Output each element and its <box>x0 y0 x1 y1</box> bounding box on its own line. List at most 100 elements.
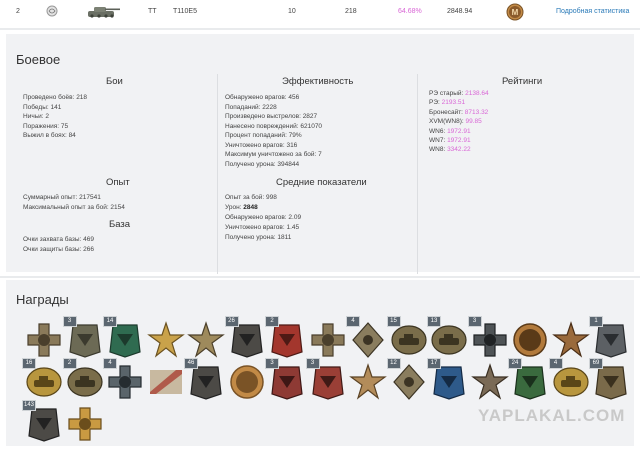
award-count-badge: 13 <box>427 316 441 327</box>
mastery-m-icon[interactable] <box>227 362 267 400</box>
green-shield-icon[interactable]: 14 <box>103 316 145 358</box>
stat-line: Очки захвата базы: 469 <box>23 236 94 243</box>
green-tank-badge-icon[interactable]: 24 <box>508 358 550 400</box>
dark-badge-icon[interactable]: 46 <box>184 358 226 400</box>
stat-line: Уничтожено врагов: 1.45 <box>225 224 300 231</box>
award-count-badge: 15 <box>386 316 401 327</box>
award-count-badge: 3 <box>467 316 482 327</box>
rating-value: 1972.91 <box>447 137 471 144</box>
stat-line: Уничтожено врагов: 316 <box>225 141 298 149</box>
awards-title: Награды <box>16 292 69 307</box>
rating-value: 99.85 <box>465 118 482 126</box>
stat-line: Обнаружено врагов: 2.09 <box>225 214 302 221</box>
award-count-badge: 4 <box>103 358 117 369</box>
stat-line: Максимум уничтожено за бой: 7 <box>225 151 322 158</box>
avg-damage-value: 2848 <box>243 204 258 211</box>
nation-icon <box>46 5 58 19</box>
ratings-heading: Рейтинги <box>502 76 543 87</box>
rating-label: РЭ: <box>429 99 440 107</box>
award-count-badge: 2 <box>62 358 77 369</box>
stat-line: Ничьи: 2 <box>23 113 49 120</box>
award-count-badge: 4 <box>346 316 360 327</box>
cross-medal-icon[interactable] <box>308 320 348 358</box>
award-count-badge: 14 <box>103 316 117 327</box>
red-badge-icon[interactable]: 3 <box>305 358 348 400</box>
column-divider <box>217 74 218 274</box>
award-count-badge: 1 <box>589 316 603 327</box>
award-count-badge: 143 <box>22 400 37 411</box>
avg-damage-line: Урон: 2848 <box>225 204 258 211</box>
diamond-star-icon[interactable] <box>348 362 388 400</box>
rating-line: РЭ старый: 2138.64 <box>429 90 489 97</box>
tank-emblem-icon[interactable]: 15 <box>386 316 429 358</box>
stat-line: Получено урона: 394844 <box>225 160 300 168</box>
stats-panel: Боевое Бои Проведено боёв: 218 Победы: 1… <box>6 34 634 274</box>
svg-text:M: M <box>512 8 519 17</box>
divider <box>0 276 640 278</box>
dark-badge-icon[interactable]: 26 <box>224 316 267 358</box>
star-portrait-medal-icon[interactable] <box>186 320 226 358</box>
stat-line: Суммарный опыт: 217541 <box>23 194 101 201</box>
vehicle-row: 2 ТТ T110E5 10 218 64.68% 2848.94 M Подр… <box>0 0 640 28</box>
dark-badge-icon[interactable]: 143 <box>22 400 64 442</box>
award-count-badge: 12 <box>386 358 401 369</box>
rating-line: WN7: 1972.91 <box>429 137 471 144</box>
tank-emblem-icon[interactable]: 2 <box>62 358 105 400</box>
portrait-medal-icon[interactable] <box>510 320 550 358</box>
ribbon-icon[interactable] <box>146 362 186 400</box>
wreath-tank-icon[interactable]: 4 <box>548 358 591 400</box>
award-count-badge: 46 <box>184 358 198 369</box>
rating-label: WN6: <box>429 127 446 135</box>
rating-line: XVM(WN8): 99.85 <box>429 118 482 125</box>
rating-label: РЭ старый: <box>429 90 464 97</box>
experience-heading: Опыт <box>106 177 130 188</box>
rating-label: WN7: <box>429 137 446 144</box>
column-efficiency: Эффективность Обнаружено врагов: 456 Поп… <box>225 34 415 272</box>
award-count-badge: 26 <box>224 316 239 327</box>
rating-value: 2193.51 <box>441 99 466 107</box>
stat-line: Попаданий: 2228 <box>225 103 277 111</box>
rating-value: 2138.64 <box>465 90 489 97</box>
cross-medal-icon[interactable] <box>24 320 64 358</box>
gold-cross-icon[interactable] <box>65 404 105 442</box>
rating-line: РЭ: 2193.51 <box>429 99 465 106</box>
award-count-badge: 3 <box>265 358 279 369</box>
stat-line: Проведено боёв: 218 <box>23 94 88 101</box>
star-medal-icon[interactable] <box>551 320 591 358</box>
detailed-stats-link[interactable]: Подробная статистика <box>556 8 629 15</box>
stat-line: Произведено выстрелов: 2827 <box>225 113 318 120</box>
diamond-badge-icon[interactable]: 12 <box>386 358 429 400</box>
award-count-badge: 3 <box>62 316 77 327</box>
red-plaque-icon[interactable]: 2 <box>265 316 307 358</box>
watermark: YAPLAKAL.COM <box>478 406 626 425</box>
averages-heading: Средние показатели <box>276 177 367 188</box>
tank-badge-icon[interactable]: 1 <box>589 316 631 358</box>
cross-wreath-icon[interactable]: 4 <box>103 358 145 400</box>
tank-icon <box>84 3 122 21</box>
stat-line: Выжил в боях: 84 <box>23 132 76 139</box>
stat-line: Очки защиты базы: 266 <box>23 246 94 253</box>
stat-line: Процент попаданий: 79% <box>225 132 302 139</box>
rating-value: 3342.22 <box>447 146 471 154</box>
battle-count: 218 <box>345 8 357 15</box>
tank-name: T110E5 <box>173 8 197 15</box>
stat-line: Поражения: 75 <box>23 122 69 130</box>
award-count-badge: 4 <box>548 358 563 369</box>
base-heading: База <box>109 219 131 230</box>
small-badge-icon[interactable]: 69 <box>589 358 631 400</box>
wreath-tank-icon[interactable]: 16 <box>22 358 64 400</box>
red-star-icon[interactable] <box>470 362 510 400</box>
rating-label: Бронесайт: <box>429 108 463 116</box>
stat-line: Победы: 141 <box>23 103 62 111</box>
diamond-badge-icon[interactable]: 4 <box>346 316 388 358</box>
cross-swords-icon[interactable]: 3 <box>467 316 510 358</box>
chevron-badge-icon[interactable]: 3 <box>62 316 105 358</box>
blue-plaque-icon[interactable]: 17 <box>427 358 469 400</box>
tank-level: 10 <box>288 8 296 15</box>
gold-star-medal-icon[interactable] <box>146 320 186 358</box>
mastery-badge-icon: M <box>506 3 524 23</box>
rating-value: 1972.91 <box>447 127 471 135</box>
tank-emblem-icon[interactable]: 13 <box>427 316 469 358</box>
red-tank-badge-icon[interactable]: 3 <box>265 358 307 400</box>
award-count-badge: 3 <box>305 358 320 369</box>
